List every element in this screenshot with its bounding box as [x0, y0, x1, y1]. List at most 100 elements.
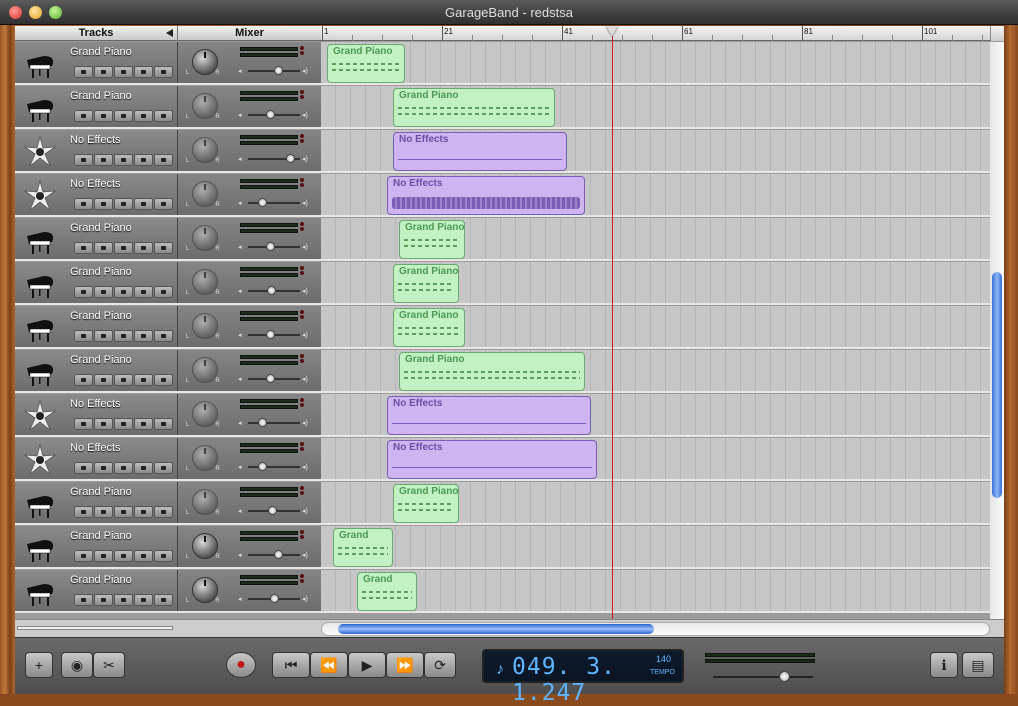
track-row[interactable]: Grand Piano LR ◂ ◂) Grand Piano [15, 86, 990, 129]
track-header[interactable]: Grand Piano [15, 526, 178, 568]
midi-region[interactable]: Grand Piano [393, 484, 459, 523]
track-name[interactable]: Grand Piano [70, 530, 132, 542]
solo-headphones-button[interactable] [114, 418, 133, 430]
track-row[interactable]: Grand Piano LR ◂ ◂) Grand Piano [15, 350, 990, 393]
track-name[interactable]: Grand Piano [70, 266, 132, 278]
record-enable-button[interactable] [74, 154, 93, 166]
track-expand-button[interactable] [154, 66, 173, 78]
zoom-slider[interactable] [17, 626, 173, 630]
lock-button[interactable] [134, 594, 153, 606]
midi-region[interactable]: Grand Piano [327, 44, 405, 83]
mute-button[interactable] [94, 594, 113, 606]
midi-region[interactable]: Grand Piano [399, 352, 585, 391]
no-effects-icon[interactable] [23, 135, 57, 168]
volume-thumb[interactable] [274, 66, 284, 75]
track-lane[interactable]: Grand [321, 526, 990, 568]
track-name[interactable]: Grand Piano [70, 574, 132, 586]
track-header[interactable]: Grand Piano [15, 482, 178, 524]
midi-region[interactable]: Grand Piano [393, 264, 459, 303]
solo-headphones-button[interactable] [114, 550, 133, 562]
timeline-ruler[interactable]: 1 21 41 61 81 101 [321, 26, 990, 41]
track-header[interactable]: Grand Piano [15, 262, 178, 304]
volume-thumb[interactable] [274, 550, 284, 559]
mute-button[interactable] [94, 198, 113, 210]
track-name[interactable]: No Effects [70, 442, 121, 454]
vertical-scroll-thumb[interactable] [992, 272, 1002, 498]
track-header[interactable]: Grand Piano [15, 350, 178, 392]
track-expand-button[interactable] [154, 110, 173, 122]
volume-thumb[interactable] [266, 242, 276, 251]
track-row[interactable]: Grand Piano LR ◂ ◂) Grand Piano [15, 42, 990, 85]
track-editor-eye-button[interactable]: ◉ [61, 652, 93, 678]
track-lane[interactable]: Grand Piano [321, 42, 990, 84]
volume-thumb[interactable] [257, 198, 267, 207]
track-volume-slider[interactable]: ◂ ◂) [238, 110, 308, 119]
track-header[interactable]: Grand Piano [15, 570, 178, 612]
volume-thumb[interactable] [257, 418, 267, 427]
audio-region[interactable]: No Effects [393, 132, 567, 171]
track-expand-button[interactable] [154, 462, 173, 474]
track-row[interactable]: No Effects LR ◂ ◂) No Effects [15, 130, 990, 173]
track-name[interactable]: Grand Piano [70, 222, 132, 234]
lock-button[interactable] [134, 374, 153, 386]
track-row[interactable]: Grand Piano LR ◂ ◂) Grand Piano [15, 218, 990, 261]
lock-button[interactable] [134, 330, 153, 342]
add-track-button[interactable]: + [25, 652, 53, 678]
track-expand-button[interactable] [154, 418, 173, 430]
record-enable-button[interactable] [74, 242, 93, 254]
midi-region[interactable]: Grand Piano [399, 220, 465, 259]
track-expand-button[interactable] [154, 242, 173, 254]
volume-thumb[interactable] [286, 154, 296, 163]
record-enable-button[interactable] [74, 462, 93, 474]
track-volume-slider[interactable]: ◂ ◂) [238, 198, 308, 207]
volume-thumb[interactable] [267, 286, 277, 295]
grand-piano-icon[interactable] [24, 48, 56, 80]
track-row[interactable]: Grand Piano LR ◂ ◂) Grand Piano [15, 262, 990, 305]
mute-button[interactable] [94, 330, 113, 342]
lock-button[interactable] [134, 506, 153, 518]
track-header[interactable]: No Effects [15, 438, 178, 480]
solo-headphones-button[interactable] [114, 462, 133, 474]
track-volume-slider[interactable]: ◂ ◂) [238, 286, 308, 295]
horizontal-scroll-thumb[interactable] [338, 624, 654, 634]
midi-region[interactable]: Grand Piano [393, 88, 555, 127]
track-lane[interactable]: Grand [321, 570, 990, 612]
track-lane[interactable]: Grand Piano [321, 306, 990, 348]
record-button[interactable]: ● [226, 652, 256, 678]
track-lane[interactable]: No Effects [321, 394, 990, 436]
midi-region[interactable]: Grand [357, 572, 417, 611]
grand-piano-icon[interactable] [24, 356, 56, 388]
volume-thumb[interactable] [266, 330, 276, 339]
grand-piano-icon[interactable] [24, 92, 56, 124]
track-name[interactable]: No Effects [70, 178, 121, 190]
volume-thumb[interactable] [257, 462, 267, 471]
mute-button[interactable] [94, 154, 113, 166]
audio-region[interactable]: No Effects [387, 396, 591, 435]
solo-headphones-button[interactable] [114, 506, 133, 518]
track-header[interactable]: No Effects [15, 174, 178, 216]
lock-button[interactable] [134, 418, 153, 430]
playhead-handle[interactable] [606, 26, 618, 36]
rewind-button[interactable]: ⏪ [310, 652, 348, 678]
track-name[interactable]: Grand Piano [70, 354, 132, 366]
track-header[interactable]: Grand Piano [15, 42, 178, 84]
audio-region[interactable]: No Effects [387, 176, 585, 215]
no-effects-icon[interactable] [23, 179, 57, 212]
grand-piano-icon[interactable] [24, 576, 56, 608]
track-volume-slider[interactable]: ◂ ◂) [238, 594, 308, 603]
track-volume-slider[interactable]: ◂ ◂) [238, 66, 308, 75]
track-row[interactable]: No Effects LR ◂ ◂) No Effects [15, 174, 990, 217]
track-name[interactable]: No Effects [70, 134, 121, 146]
lock-button[interactable] [134, 66, 153, 78]
track-expand-button[interactable] [154, 550, 173, 562]
mute-button[interactable] [94, 242, 113, 254]
mute-button[interactable] [94, 462, 113, 474]
track-name[interactable]: Grand Piano [70, 90, 132, 102]
record-enable-button[interactable] [74, 374, 93, 386]
record-enable-button[interactable] [74, 550, 93, 562]
hide-mixer-arrow-icon[interactable] [166, 29, 173, 37]
track-name[interactable]: Grand Piano [70, 486, 132, 498]
mute-button[interactable] [94, 550, 113, 562]
grand-piano-icon[interactable] [24, 532, 56, 564]
track-expand-button[interactable] [154, 286, 173, 298]
